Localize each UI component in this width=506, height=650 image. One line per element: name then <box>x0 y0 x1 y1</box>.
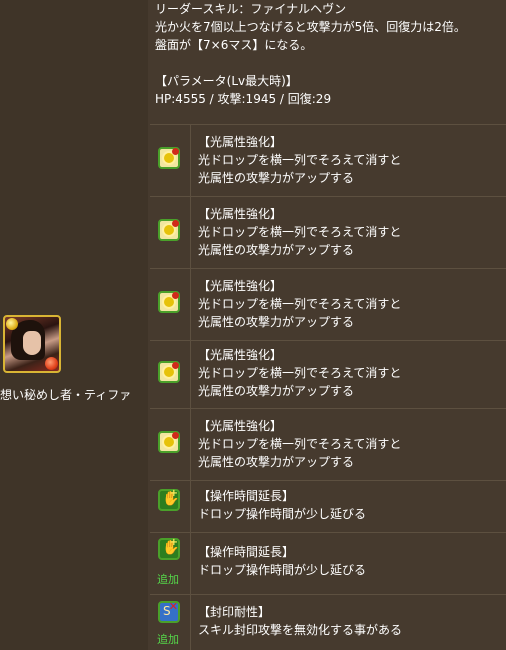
awakening-title: 【光属性強化】 <box>198 135 283 149</box>
awakening-row: 【光属性強化】 光ドロップを横一列でそろえて消すと 光属性の攻撃力がアップする <box>150 124 506 196</box>
awakening-row: ✋ + 追加 【操作時間延長】 ドロップ操作時間が少し延びる <box>150 532 506 594</box>
awakening-desc: 光属性の攻撃力がアップする <box>198 171 355 185</box>
time-extend-icon[interactable]: ✋ + <box>158 537 180 560</box>
added-label: 追加 <box>157 573 179 586</box>
awakening-title: 【操作時間延長】 <box>198 489 295 503</box>
awakening-row: 【光属性強化】 光ドロップを横一列でそろえて消すと 光属性の攻撃力がアップする <box>150 340 506 408</box>
awakening-desc: 光属性の攻撃力がアップする <box>198 455 355 469</box>
awakening-desc: 光ドロップを横一列でそろえて消すと <box>198 153 402 167</box>
light-enhance-icon[interactable] <box>158 147 180 169</box>
parameter-title: 【パラメータ(Lv最大時)】 <box>155 74 298 88</box>
monster-name: 想い秘めし者・ティファ <box>0 388 132 402</box>
awakening-title: 【光属性強化】 <box>198 348 283 362</box>
awakening-desc: 光ドロップを横一列でそろえて消すと <box>198 225 402 239</box>
time-extend-icon[interactable]: ✋ + <box>158 488 180 511</box>
light-enhance-icon[interactable] <box>158 219 180 241</box>
monster-portrait[interactable] <box>3 315 61 373</box>
awakening-desc: 光属性の攻撃力がアップする <box>198 243 355 257</box>
leader-skill-name: リーダースキル：ファイナルヘヴン <box>155 2 347 16</box>
awakening-desc: ドロップ操作時間が少し延びる <box>198 507 367 521</box>
awakening-title: 【封印耐性】 <box>198 605 271 619</box>
awakening-row: 【光属性強化】 光ドロップを横一列でそろえて消すと 光属性の攻撃力がアップする <box>150 268 506 340</box>
awakening-desc: 光属性の攻撃力がアップする <box>198 315 355 329</box>
light-enhance-icon[interactable] <box>158 361 180 383</box>
awakening-row: S ✕ 追加 【封印耐性】 スキル封印攻撃を無効化する事がある <box>150 594 506 650</box>
light-enhance-icon[interactable] <box>158 291 180 313</box>
light-orb-icon <box>6 318 18 330</box>
awakening-title: 【光属性強化】 <box>198 279 283 293</box>
light-enhance-icon[interactable] <box>158 431 180 453</box>
awakening-desc: 光ドロップを横一列でそろえて消すと <box>198 366 402 380</box>
awakening-row: 【光属性強化】 光ドロップを横一列でそろえて消すと 光属性の攻撃力がアップする <box>150 196 506 268</box>
leader-skill-block: リーダースキル：ファイナルヘヴン 光か火を7個以上つなげると攻撃力が5倍、回復力… <box>150 0 506 121</box>
awakening-row: 【光属性強化】 光ドロップを横一列でそろえて消すと 光属性の攻撃力がアップする <box>150 408 506 480</box>
awakening-row: ✋ + 【操作時間延長】 ドロップ操作時間が少し延びる <box>150 480 506 532</box>
monster-column: 想い秘めし者・ティファ <box>0 0 148 650</box>
seal-resist-icon[interactable]: S ✕ <box>158 600 180 623</box>
leader-skill-desc-1: 光か火を7個以上つなげると攻撃力が5倍、回復力は2倍。 <box>155 20 466 34</box>
fire-orb-icon <box>45 357 58 370</box>
awakening-desc: 光ドロップを横一列でそろえて消すと <box>198 437 402 451</box>
awakening-desc: ドロップ操作時間が少し延びる <box>198 563 367 577</box>
leader-skill-desc-2: 盤面が【7×6マス】になる。 <box>155 38 313 52</box>
skill-column: リーダースキル：ファイナルヘヴン 光か火を7個以上つなげると攻撃力が5倍、回復力… <box>150 0 506 650</box>
awakening-desc: スキル封印攻撃を無効化する事がある <box>198 623 403 637</box>
awakening-desc: 光ドロップを横一列でそろえて消すと <box>198 297 402 311</box>
awakening-title: 【光属性強化】 <box>198 207 283 221</box>
portrait-face <box>23 331 41 355</box>
added-label: 追加 <box>157 633 179 646</box>
awakening-desc: 光属性の攻撃力がアップする <box>198 384 355 398</box>
parameter-values: HP:4555 / 攻撃:1945 / 回復:29 <box>155 92 332 106</box>
awakening-title: 【光属性強化】 <box>198 419 283 433</box>
awakening-title: 【操作時間延長】 <box>198 545 295 559</box>
